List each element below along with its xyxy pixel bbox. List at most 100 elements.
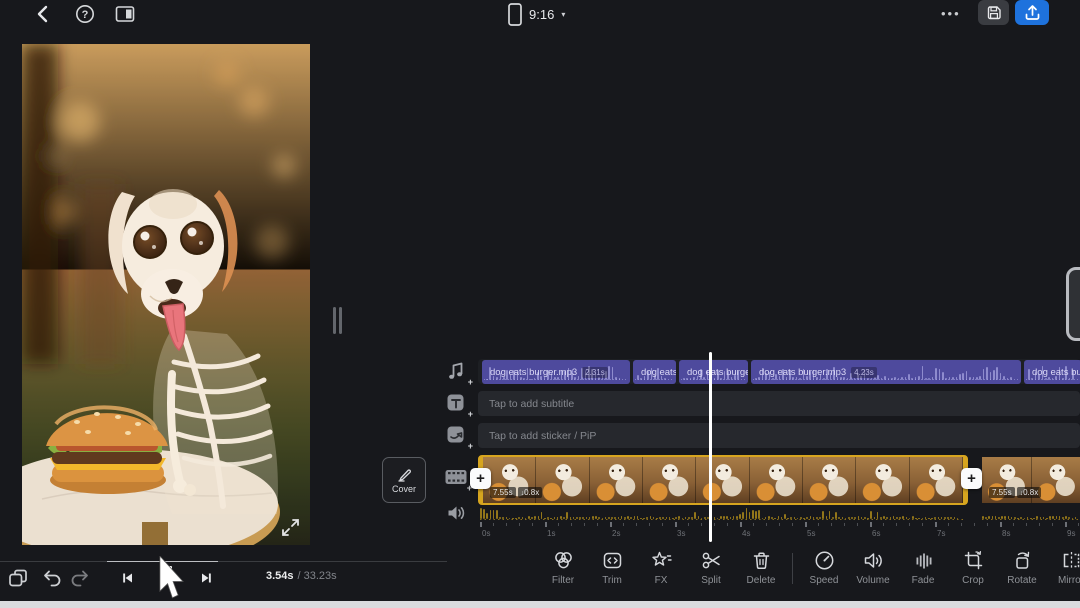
redo-button[interactable] [68, 565, 94, 591]
preview-frame-art [22, 44, 310, 545]
ruler-label: 2s [612, 529, 620, 538]
skip-to-end-button[interactable] [193, 565, 219, 591]
audio-clip[interactable]: dog eats burger.mp34.23s [751, 360, 1021, 384]
aspect-ratio-label: 9:16 [529, 7, 554, 22]
rotate-icon [1011, 549, 1034, 572]
fade-bars-icon [912, 549, 935, 572]
bottom-edge-strip [0, 601, 1080, 608]
time-display: 3.54s / 33.23s [266, 570, 337, 582]
tool-rotate[interactable]: Rotate [997, 549, 1047, 593]
layout-panel-icon[interactable] [113, 2, 137, 26]
crop-icon [962, 549, 985, 572]
audio-clip[interactable]: dog eats burge [1024, 360, 1080, 384]
fx-star-icon [650, 549, 673, 572]
volume-speaker-icon [862, 549, 885, 572]
playhead[interactable] [709, 352, 712, 542]
sticker-track-row[interactable]: Tap to add sticker / PiP [478, 423, 1080, 448]
video-thumbnail [803, 457, 856, 503]
undo-button[interactable] [38, 565, 64, 591]
video-thumbnail [856, 457, 909, 503]
total-time: / 33.23s [298, 570, 337, 582]
skip-to-start-button[interactable] [115, 565, 141, 591]
add-audio-track-icon[interactable]: + [445, 360, 471, 386]
svg-text:?: ? [82, 9, 89, 21]
export-button[interactable] [1015, 0, 1049, 25]
add-sticker-track-icon[interactable]: + [445, 424, 471, 450]
video-clip-selected[interactable]: 7.55s↓0.8x [478, 455, 968, 505]
add-clip-before-button[interactable]: + [470, 468, 491, 489]
add-video-track-icon[interactable]: + [444, 466, 470, 492]
plus-icon: + [468, 409, 473, 419]
ruler-label: 3s [677, 529, 685, 538]
speed-gauge-icon [813, 549, 836, 572]
clip-duration-badge: 2.31s [582, 367, 608, 378]
delete-trash-icon [750, 549, 773, 572]
clip-speed-badge: 7.55s↓0.8x [490, 487, 542, 498]
mouse-cursor [158, 556, 186, 600]
video-thumbnail [750, 457, 803, 503]
video-thumbnail [910, 457, 963, 503]
back-button[interactable] [31, 2, 55, 26]
video-thumbnail [536, 457, 589, 503]
subtitle-track-row[interactable]: Tap to add subtitle [478, 391, 1080, 416]
tool-delete[interactable]: Delete [736, 549, 786, 593]
cover-button[interactable]: Cover [382, 457, 426, 503]
video-audio-waveform [982, 506, 1080, 520]
ruler-label: 0s [482, 529, 490, 538]
video-thumbnail [590, 457, 643, 503]
plus-icon: + [468, 377, 473, 387]
tool-volume[interactable]: Volume [848, 549, 898, 593]
clip-speed-badge: 7.55s↓0.8x [989, 487, 1041, 498]
toolbar-divider [792, 553, 793, 584]
chevron-down-icon: ▾ [561, 10, 565, 19]
timeline-ruler[interactable]: 0s1s2s3s4s5s6s7s8s9s [478, 521, 1080, 539]
save-floppy-icon [986, 5, 1002, 21]
cover-label: Cover [392, 484, 416, 494]
tool-fx[interactable]: FX [636, 549, 686, 593]
tool-trim[interactable]: Trim [587, 549, 637, 593]
timeline-scroll-handle[interactable] [1066, 267, 1080, 341]
audio-clip[interactable]: dog eats burger.mp32.31s [482, 360, 630, 384]
audio-clip[interactable]: dog eats [633, 360, 676, 384]
subtitle-placeholder: Tap to add subtitle [489, 398, 574, 410]
trim-icon [601, 549, 624, 572]
transport-divider [0, 561, 447, 562]
audio-clip[interactable]: dog eats burger.r [679, 360, 748, 384]
tool-crop[interactable]: Crop [948, 549, 998, 593]
overlay-duplicate-button[interactable] [5, 565, 31, 591]
ruler-label: 8s [1002, 529, 1010, 538]
tool-mirror[interactable]: Mirror [1046, 549, 1080, 593]
video-audio-waveform [480, 506, 966, 520]
plus-icon: + [468, 441, 473, 451]
panel-resize-handle[interactable] [333, 307, 343, 334]
add-clip-after-button[interactable]: + [961, 468, 982, 489]
current-time: 3.54s [266, 570, 294, 582]
ruler-label: 4s [742, 529, 750, 538]
ruler-label: 9s [1067, 529, 1075, 538]
fullscreen-expand-icon[interactable] [281, 518, 300, 537]
ruler-label: 7s [937, 529, 945, 538]
sticker-placeholder: Tap to add sticker / PiP [489, 430, 596, 442]
upload-icon [1024, 4, 1041, 21]
video-thumbnail [643, 457, 696, 503]
more-menu-button[interactable]: ••• [941, 0, 961, 26]
edit-pen-icon [397, 467, 412, 482]
ruler-label: 5s [807, 529, 815, 538]
save-button[interactable] [978, 0, 1009, 25]
portrait-phone-icon [508, 3, 522, 26]
help-icon[interactable]: ? [73, 2, 97, 26]
tool-fade[interactable]: Fade [898, 549, 948, 593]
tool-filter[interactable]: Filter [538, 549, 588, 593]
add-text-track-icon[interactable]: + [445, 392, 471, 418]
aspect-ratio-button[interactable]: 9:16 ▾ [508, 1, 565, 27]
video-preview[interactable] [22, 44, 310, 545]
tool-split[interactable]: Split [686, 549, 736, 593]
clip-duration-badge: 4.23s [851, 367, 877, 378]
split-scissors-icon [700, 549, 723, 572]
filter-icon [552, 549, 575, 572]
ruler-label: 6s [872, 529, 880, 538]
video-clip[interactable]: 7.55s↓0.8x [982, 457, 1080, 503]
track-volume-icon[interactable] [445, 502, 471, 528]
tool-speed[interactable]: Speed [799, 549, 849, 593]
video-thumbnail [696, 457, 749, 503]
